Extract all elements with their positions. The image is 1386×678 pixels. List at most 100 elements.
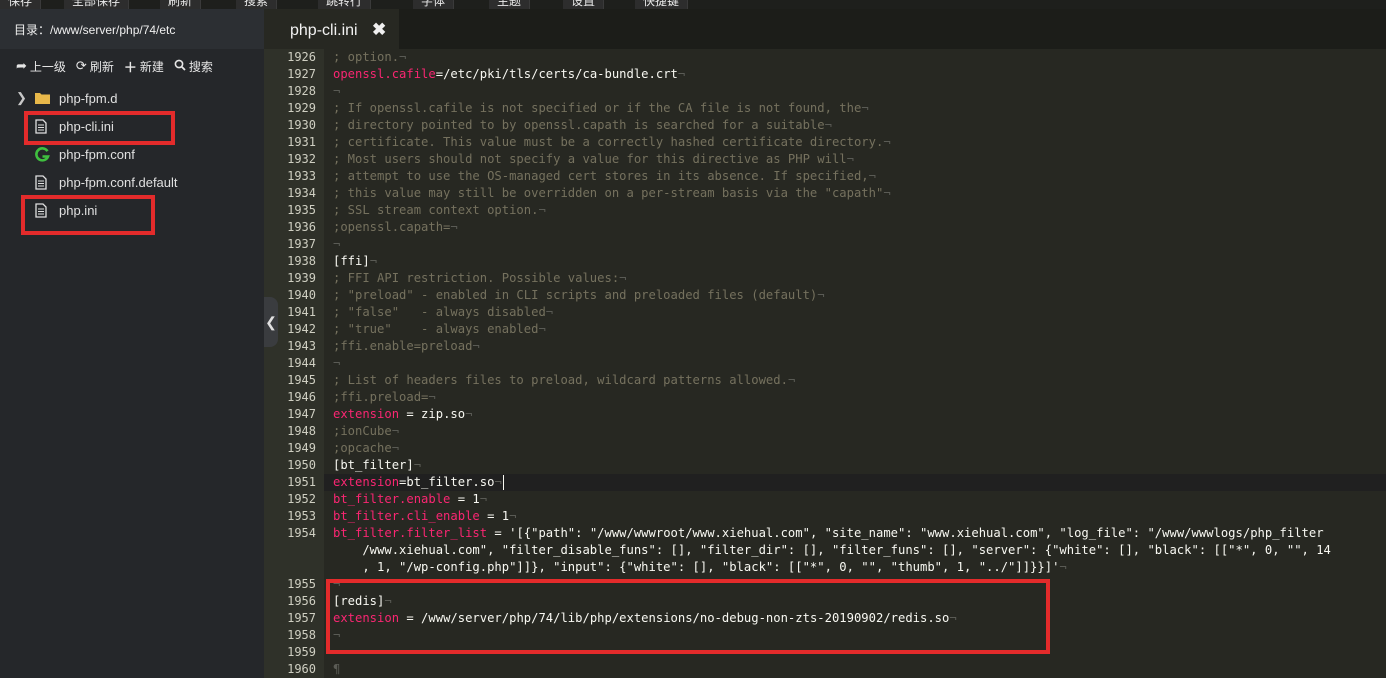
invisible-char: ¬	[545, 305, 554, 319]
line-number	[264, 542, 316, 559]
code-line[interactable]: ¶	[333, 661, 340, 678]
code-line[interactable]: extension=bt_filter.so¬	[333, 474, 502, 491]
line-number: 1928	[287, 84, 316, 98]
search-label: 搜索	[188, 59, 213, 74]
up-level-label: 上一级	[29, 59, 66, 74]
line-number: 1944	[287, 356, 316, 370]
code-line[interactable]: [ffi]¬	[333, 253, 377, 270]
invisible-char: ¬	[413, 458, 422, 472]
code-text: = '[{"path": "/www/wwwroot/www.xiehual.c…	[487, 526, 1324, 540]
up-level-button[interactable]: ➦ 上一级	[16, 58, 66, 75]
code-comment: ;ionCube	[333, 424, 392, 438]
code-line[interactable]: ; FFI API restriction. Possible values:¬	[333, 270, 627, 287]
code-text: =bt_filter.so	[399, 475, 495, 489]
code-line[interactable]: ¬	[333, 83, 340, 100]
code-line[interactable]: ; If openssl.cafile is not specified or …	[333, 100, 869, 117]
toolbar-button-theme[interactable]: 主题	[489, 0, 531, 9]
line-number: 1927	[287, 67, 316, 81]
toolbar-button-shortcuts[interactable]: 快捷键	[635, 0, 689, 9]
line-number: 1933	[287, 169, 316, 183]
code-key: openssl.cafile	[333, 67, 436, 81]
highlight-box-redis	[326, 579, 1050, 654]
code-line[interactable]: bt_filter.enable = 1¬	[333, 491, 487, 508]
line-number-gutter: 1926 1927 1928 1929 1930 1931 1932 1933 1934 1935…	[264, 49, 324, 678]
invisible-char: ¬	[1059, 560, 1067, 574]
code-line[interactable]: ; "true" - always enabled¬	[333, 321, 546, 338]
code-line[interactable]: ;opcache¬	[333, 440, 399, 457]
line-number: 1950	[287, 458, 316, 472]
invisible-char: ¬	[399, 50, 407, 64]
code-line[interactable]: /www.xiehual.com", "filter_disable_funs"…	[333, 542, 1331, 559]
code-line[interactable]: ;ffi.preload=¬	[333, 389, 436, 406]
toolbar-button-settings[interactable]: 设置	[563, 0, 605, 9]
line-number: 1945	[287, 373, 316, 387]
search-icon	[174, 59, 186, 74]
code-text: =/etc/pki/tls/certs/ca-bundle.crt	[435, 67, 678, 81]
code-comment: ;ffi.preload=	[333, 390, 429, 404]
invisible-char: ¬	[333, 84, 341, 98]
code-line[interactable]: bt_filter.cli_enable = 1¬	[333, 508, 516, 525]
code-comment: ; "preload" - enabled in CLI scripts and…	[333, 288, 818, 302]
code-line[interactable]: [bt_filter]¬	[333, 457, 421, 474]
line-number: 1939	[287, 271, 316, 285]
invisible-char: ¬	[538, 203, 546, 217]
new-button[interactable]: ＋ 新建	[124, 57, 164, 76]
code-line[interactable]: ;ffi.enable=preload¬	[333, 338, 480, 355]
code-comment: ; "true" - always enabled	[333, 322, 539, 336]
toolbar-button-goto[interactable]: 跳转行	[318, 0, 372, 9]
line-number: 1946	[287, 390, 316, 404]
highlight-box-php-cli-ini	[24, 111, 175, 145]
code-line[interactable]: ; SSL stream context option.¬	[333, 202, 546, 219]
line-number: 1926	[287, 50, 316, 64]
code-line[interactable]: , 1, "/wp-config.php"]]}, "input": {"whi…	[333, 559, 1067, 576]
code-line[interactable]: ¬	[333, 236, 340, 253]
code-line[interactable]: ; Most users should not specify a value …	[333, 151, 854, 168]
toolbar-button-save-all[interactable]: 全部保存	[64, 0, 130, 9]
code-line[interactable]: ;openssl.capath=¬	[333, 219, 458, 236]
invisible-char: ¬	[861, 101, 869, 115]
code-line[interactable]: ¬	[333, 355, 340, 372]
toolbar-button-save[interactable]: 保存	[0, 0, 42, 9]
code-comment: ; Most users should not specify a value …	[333, 152, 847, 166]
search-button[interactable]: 搜索	[174, 58, 213, 75]
refresh-button[interactable]: ⟳ 刷新	[76, 58, 114, 75]
invisible-char: ¬	[824, 118, 832, 132]
toolbar-button-search[interactable]: 搜索	[236, 0, 278, 9]
code-line[interactable]: ; directory pointed to by openssl.capath…	[333, 117, 832, 134]
invisible-char: ¬	[465, 407, 473, 421]
code-line[interactable]: extension = zip.so¬	[333, 406, 472, 423]
line-number: 1952	[287, 492, 316, 506]
line-number: 1953	[287, 509, 316, 523]
code-comment: ; List of headers files to preload, wild…	[333, 373, 788, 387]
code-line[interactable]: ; attempt to use the OS-managed cert sto…	[333, 168, 876, 185]
invisible-char: ¬	[883, 186, 891, 200]
code-line[interactable]: ; certificate. This value must be a corr…	[333, 134, 891, 151]
line-number: 1947	[287, 407, 316, 421]
code-line[interactable]: ; List of headers files to preload, wild…	[333, 372, 795, 389]
code-line[interactable]: openssl.cafile=/etc/pki/tls/certs/ca-bun…	[333, 66, 685, 83]
code-line[interactable]: ;ionCube¬	[333, 423, 399, 440]
invisible-char: ¬	[479, 492, 488, 506]
code-comment: ; attempt to use the OS-managed cert sto…	[333, 169, 869, 183]
invisible-char: ¬	[538, 322, 546, 336]
close-icon[interactable]: ✖	[372, 9, 386, 51]
toolbar-button-font[interactable]: 字体	[413, 0, 455, 9]
line-number: 1948	[287, 424, 316, 438]
file-item-php-fpm-conf-default[interactable]: php-fpm.conf.default	[0, 169, 264, 197]
code-key: bt_filter.enable	[333, 492, 451, 506]
toolbar-button-refresh[interactable]: 刷新	[160, 0, 202, 9]
code-line[interactable]: ; this value may still be overridden on …	[333, 185, 891, 202]
file-name: php-fpm.d	[59, 91, 118, 106]
code-line[interactable]: ; "false" - always disabled¬	[333, 304, 553, 321]
collapse-sidebar-button[interactable]: ❮	[264, 297, 278, 347]
code-text: [bt_filter]	[333, 458, 414, 472]
code-comment: ; directory pointed to by openssl.capath…	[333, 118, 825, 132]
line-number: 1930	[287, 118, 316, 132]
code-line[interactable]: ; "preload" - enabled in CLI scripts and…	[333, 287, 825, 304]
folder-item-php-fpm-d[interactable]: ❯ php-fpm.d	[0, 85, 264, 113]
code-line[interactable]: ; option.¬	[333, 49, 406, 66]
chevron-right-icon[interactable]: ❯	[16, 90, 27, 106]
file-item-php-fpm-conf[interactable]: php-fpm.conf	[0, 141, 264, 169]
code-line[interactable]: bt_filter.filter_list = '[{"path": "/www…	[333, 525, 1324, 542]
highlight-box-php-ini	[21, 195, 155, 235]
